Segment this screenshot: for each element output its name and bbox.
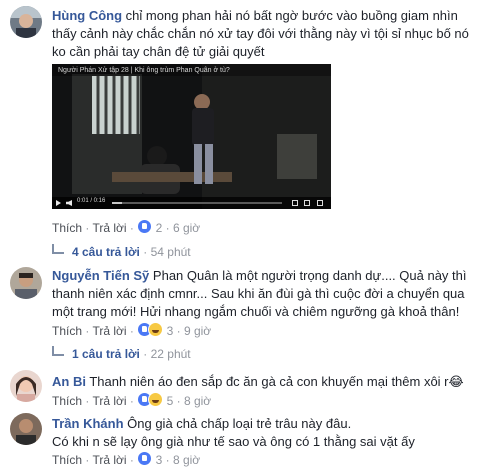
author-name[interactable]: Trần Khánh bbox=[52, 416, 124, 431]
comment-actions: Thích · Trả lời · 3 · 9 giờ bbox=[52, 322, 212, 338]
reply-link[interactable]: Trả lời bbox=[92, 453, 126, 467]
like-link[interactable]: Thích bbox=[52, 324, 82, 338]
timestamp[interactable]: 8 giờ bbox=[184, 394, 211, 408]
author-name[interactable]: Hùng Công bbox=[52, 8, 122, 23]
author-name[interactable]: Nguyễn Tiến Sỹ bbox=[52, 268, 149, 283]
fullscreen-icon[interactable] bbox=[317, 200, 323, 206]
comment-text: một trang mới! Hửi nhang ngắm chuối và c… bbox=[52, 304, 460, 319]
reaction-count[interactable]: 2 bbox=[156, 221, 163, 235]
reply-link[interactable]: Trả lời bbox=[92, 394, 126, 408]
reaction-count[interactable]: 5 bbox=[167, 394, 174, 408]
reply-arrow-icon bbox=[52, 244, 64, 254]
reply-age: 54 phút bbox=[150, 245, 191, 259]
laughing-emoji: 😂 bbox=[448, 374, 464, 389]
like-link[interactable]: Thích bbox=[52, 453, 82, 467]
video-title: Người Phán Xử tập 28 | Khi ông trùm Phan… bbox=[58, 67, 230, 74]
view-replies[interactable]: 1 câu trả lời · 22 phút bbox=[52, 346, 191, 362]
comment-text: thấy cảnh này chắc chắn nó xử tay đôi vớ… bbox=[52, 26, 469, 41]
video-progress-bar[interactable] bbox=[112, 202, 282, 204]
author-name[interactable]: An Bi bbox=[52, 374, 86, 389]
like-reaction-icon[interactable] bbox=[137, 451, 153, 466]
volume-icon[interactable] bbox=[66, 200, 72, 206]
timestamp[interactable]: 6 giờ bbox=[173, 221, 200, 235]
like-link[interactable]: Thích bbox=[52, 394, 82, 408]
avatar[interactable] bbox=[10, 413, 42, 445]
comment-text: Phan Quân là một người trọng danh dự....… bbox=[152, 268, 467, 283]
reaction-count[interactable]: 3 bbox=[167, 324, 174, 338]
comment-text: Ông già chả chấp loại trẻ trâu này đâu. bbox=[127, 416, 352, 431]
pip-icon[interactable] bbox=[304, 200, 310, 206]
reply-count[interactable]: 1 câu trả lời bbox=[72, 347, 140, 361]
reply-age: 22 phút bbox=[150, 347, 191, 361]
play-icon[interactable] bbox=[56, 200, 61, 206]
avatar[interactable] bbox=[10, 370, 42, 402]
haha-reaction-icon[interactable] bbox=[148, 392, 164, 407]
reply-link[interactable]: Trả lời bbox=[92, 221, 126, 235]
comment-text: ko cần phải tay chân đệ tử giải quyết bbox=[52, 44, 265, 59]
haha-reaction-icon[interactable] bbox=[148, 322, 164, 337]
timestamp[interactable]: 8 giờ bbox=[173, 453, 200, 467]
like-link[interactable]: Thích bbox=[52, 221, 82, 235]
settings-icon[interactable] bbox=[292, 200, 298, 206]
comment-text: Có khi n sẽ lạy ông già như tế sao và ôn… bbox=[52, 434, 415, 449]
reaction-count[interactable]: 3 bbox=[156, 453, 163, 467]
comment-text: Thanh niên áo đen sắp đc ăn gà cả con kh… bbox=[89, 374, 449, 389]
avatar[interactable] bbox=[10, 267, 42, 299]
reply-link[interactable]: Trả lời bbox=[92, 324, 126, 338]
view-replies[interactable]: 4 câu trả lời · 54 phút bbox=[52, 244, 191, 260]
comment-text: thanh niên xác định cmnr... Sau khi ăn đ… bbox=[52, 286, 465, 301]
video-time: 0:01 / 0:16 bbox=[77, 198, 106, 204]
video-controls: 0:01 / 0:16 bbox=[52, 197, 331, 209]
video-player[interactable]: Người Phán Xử tập 28 | Khi ông trùm Phan… bbox=[52, 64, 331, 209]
like-reaction-icon[interactable] bbox=[137, 219, 153, 234]
comment-actions: Thích · Trả lời · 2 · 6 giờ bbox=[52, 219, 201, 235]
timestamp[interactable]: 9 giờ bbox=[184, 324, 211, 338]
reply-count[interactable]: 4 câu trả lời bbox=[72, 245, 140, 259]
avatar[interactable] bbox=[10, 6, 42, 38]
comment-actions: Thích · Trả lời · 5 · 8 giờ bbox=[52, 392, 212, 408]
comment-text: chỉ mong phan hải nó bất ngờ bước vào bu… bbox=[125, 8, 458, 23]
reply-arrow-icon bbox=[52, 346, 64, 356]
comment-actions: Thích · Trả lời · 3 · 8 giờ bbox=[52, 451, 201, 467]
